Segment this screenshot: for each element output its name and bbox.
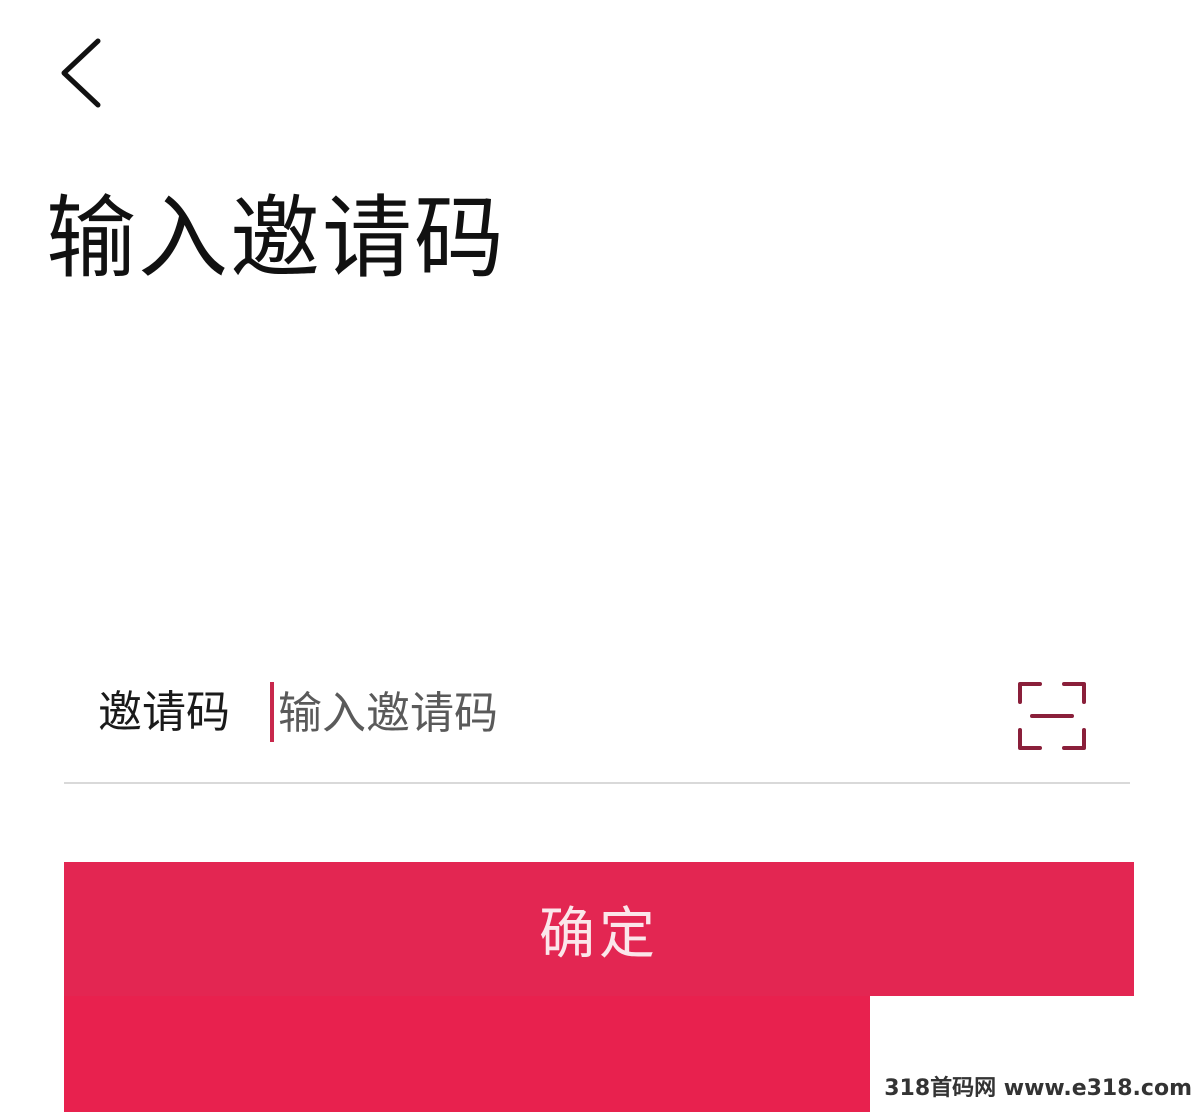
- confirm-button[interactable]: 确定: [64, 862, 1134, 996]
- text-caret: [270, 682, 274, 742]
- red-block: [64, 996, 870, 1112]
- invite-code-screen: 输入邀请码 邀请码 确定 318首码网 www.e318.com: [0, 0, 1200, 1112]
- back-button[interactable]: [44, 30, 114, 116]
- invite-code-row: 邀请码: [64, 650, 1130, 784]
- page-title: 输入邀请码: [46, 186, 506, 291]
- scan-button[interactable]: [1016, 680, 1088, 752]
- invite-code-input[interactable]: [278, 678, 968, 748]
- chevron-left-icon: [61, 38, 101, 108]
- watermark: 318首码网 www.e318.com: [884, 1076, 1192, 1101]
- scan-icon: [1018, 682, 1086, 750]
- invite-code-label: 邀请码: [98, 687, 230, 738]
- invite-code-input-wrap: [270, 678, 970, 748]
